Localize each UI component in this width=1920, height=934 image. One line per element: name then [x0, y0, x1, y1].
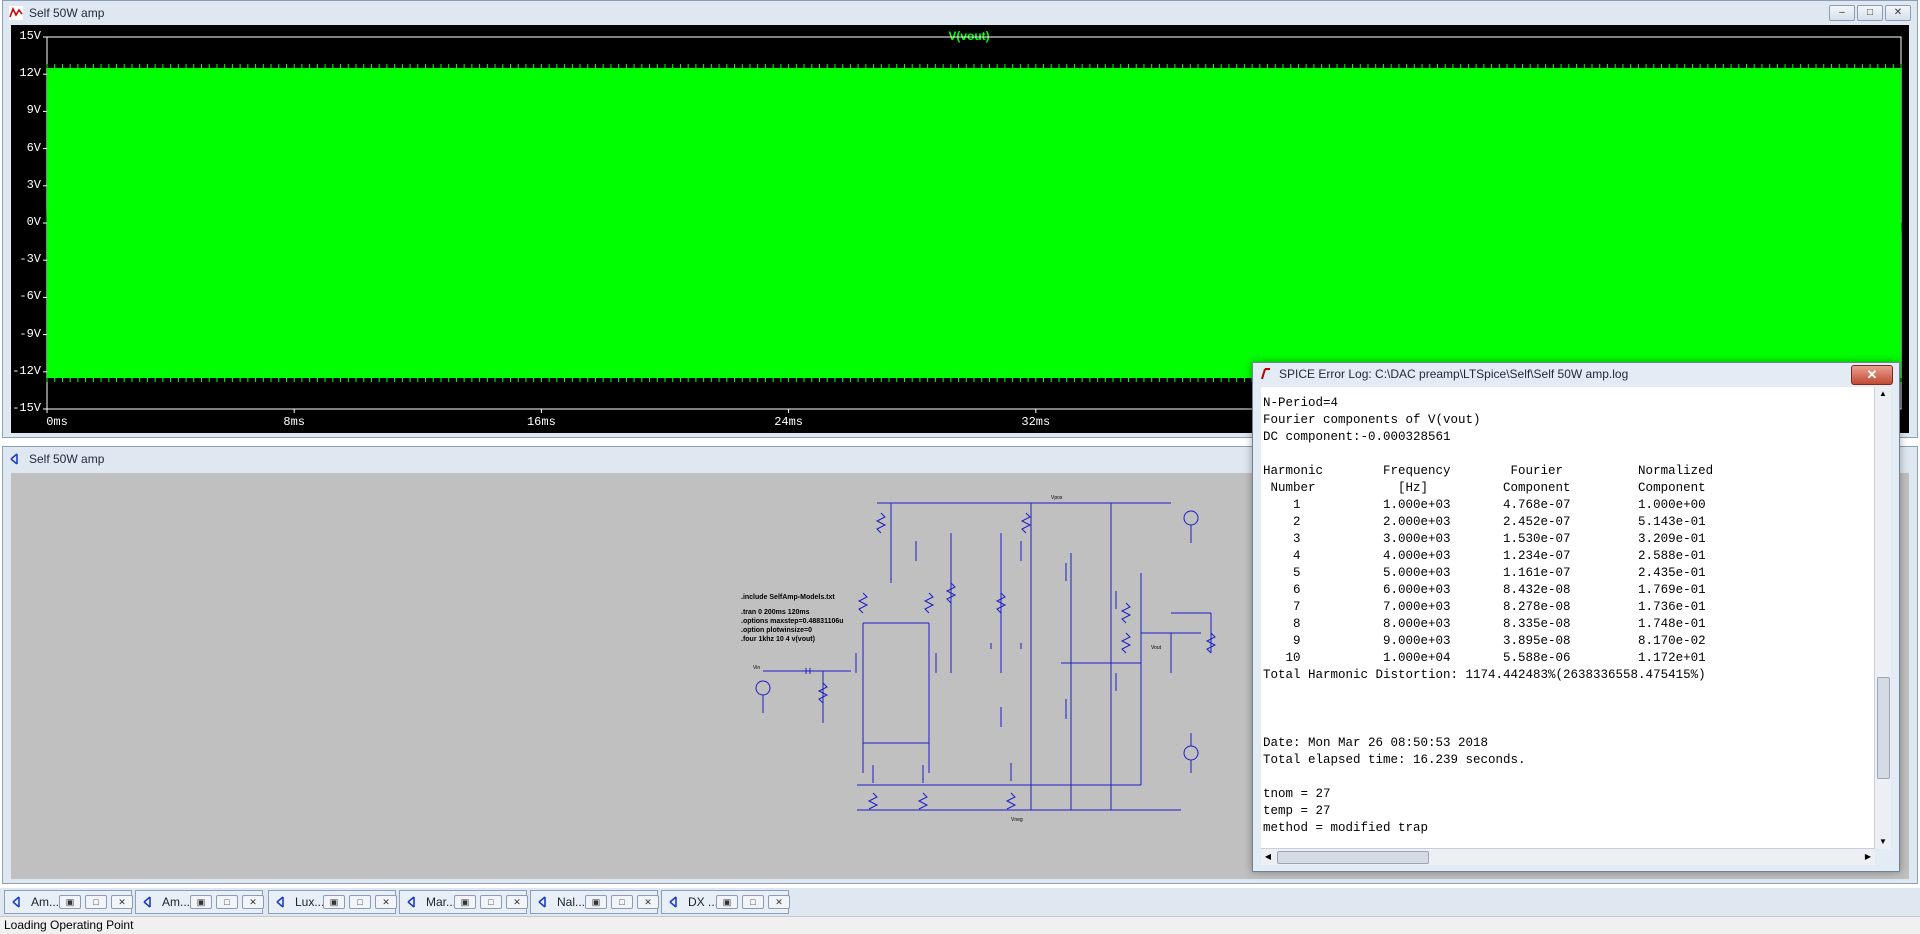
- log-titlebar[interactable]: SPICE Error Log: C:\DAC preamp\LTSpice\S…: [1253, 363, 1899, 385]
- log-line: 8 8.000e+03 8.335e-08 1.748e-01: [1263, 617, 1706, 631]
- log-line: Total Harmonic Distortion: 1174.442483%(…: [1263, 668, 1706, 682]
- schematic-icon: [276, 896, 284, 908]
- scroll-thumb[interactable]: [1877, 677, 1890, 779]
- log-line: Date: Mon Mar 26 08:50:53 2018: [1263, 736, 1489, 750]
- log-line: 6 6.000e+03 8.432e-08 1.769e-01: [1263, 583, 1706, 597]
- status-text: Loading Operating Point: [4, 918, 134, 932]
- minimized-window-tab[interactable]: Am... ▣ □ ✕: [135, 890, 264, 914]
- restore-button[interactable]: ▣: [716, 895, 738, 909]
- log-line: Total elapsed time: 16.239 seconds.: [1263, 753, 1526, 767]
- scroll-down-arrow[interactable]: ▼: [1875, 835, 1891, 849]
- log-line: 1 1.000e+03 4.768e-07 1.000e+00: [1263, 498, 1706, 512]
- minimized-window-tab[interactable]: DX ... ▣ □ ✕: [661, 890, 790, 914]
- svg-text:Vneg: Vneg: [1011, 817, 1023, 823]
- schematic-icon: [407, 896, 415, 908]
- restore-button[interactable]: ▣: [454, 895, 476, 909]
- horizontal-scrollbar[interactable]: ◀ ▶: [1261, 848, 1875, 865]
- tab-label: Am...: [31, 895, 60, 909]
- log-line: Number [Hz] Component Component: [1263, 481, 1706, 495]
- log-text[interactable]: N-Period=4 Fourier components of V(vout) D…: [1261, 387, 1875, 849]
- maximize-button[interactable]: □: [216, 895, 238, 909]
- tab-label: Nal...: [557, 895, 586, 909]
- tab-label: Am...: [162, 895, 191, 909]
- log-close-button[interactable]: ✕: [1851, 365, 1893, 385]
- close-button[interactable]: ✕: [111, 895, 133, 909]
- close-button[interactable]: ✕: [375, 895, 397, 909]
- restore-button[interactable]: ▣: [585, 895, 607, 909]
- scroll-left-arrow[interactable]: ◀: [1261, 849, 1275, 865]
- svg-text:Vout: Vout: [1151, 645, 1162, 651]
- minimized-window-tab[interactable]: Am... ▣ □ ✕: [4, 890, 133, 914]
- log-line: 5 5.000e+03 1.161e-07 2.435e-01: [1263, 566, 1706, 580]
- restore-button[interactable]: □: [1857, 5, 1883, 21]
- close-button[interactable]: ✕: [506, 895, 528, 909]
- log-line: DC component:-0.000328561: [1263, 430, 1451, 444]
- log-line: 10 1.000e+04 5.588e-06 1.172e+01: [1263, 651, 1706, 665]
- waveform-app-icon: [9, 6, 23, 20]
- maximize-button[interactable]: □: [480, 895, 502, 909]
- schematic-window-title: Self 50W amp: [29, 452, 105, 466]
- status-bar: Loading Operating Point: [0, 916, 1920, 934]
- close-button[interactable]: ✕: [1885, 5, 1911, 21]
- close-button[interactable]: ✕: [242, 895, 264, 909]
- vertical-scrollbar[interactable]: ▲ ▼: [1874, 387, 1891, 849]
- svg-text:Vin: Vin: [753, 665, 760, 671]
- log-line: 9 9.000e+03 3.895e-08 8.170e-02: [1263, 634, 1706, 648]
- log-line: 2 2.000e+03 2.452e-07 5.143e-01: [1263, 515, 1706, 529]
- log-line: tnom = 27: [1263, 787, 1331, 801]
- waveform-titlebar[interactable]: Self 50W amp: [3, 1, 1917, 25]
- ltspice-icon: [1261, 368, 1270, 380]
- schematic-icon: [12, 896, 20, 908]
- minimized-window-tab[interactable]: Lux... ▣ □ ✕: [268, 890, 397, 914]
- scroll-right-arrow[interactable]: ▶: [1861, 849, 1875, 865]
- log-line: 4 4.000e+03 1.234e-07 2.588e-01: [1263, 549, 1706, 563]
- tab-label: DX ...: [688, 895, 719, 909]
- schematic-icon: [538, 896, 546, 908]
- minimized-window-tab[interactable]: Mar... ▣ □ ✕: [399, 890, 528, 914]
- minimized-window-tab[interactable]: Nal... ▣ □ ✕: [530, 890, 659, 914]
- log-line: temp = 27: [1263, 804, 1331, 818]
- log-line: N-Period=4: [1263, 396, 1339, 410]
- log-line: 7 7.000e+03 8.278e-08 1.736e-01: [1263, 600, 1706, 614]
- minimized-windows-bar: Am... ▣ □ ✕ Am... ▣ □ ✕ Lux... ▣ □ ✕ Mar... ▣ □ ✕ Nal...…: [0, 888, 1920, 916]
- scroll-up-arrow[interactable]: ▲: [1875, 387, 1891, 401]
- schematic-app-icon: [10, 453, 18, 465]
- maximize-button[interactable]: □: [611, 895, 633, 909]
- close-button[interactable]: ✕: [637, 895, 659, 909]
- maximize-button[interactable]: □: [349, 895, 371, 909]
- log-line: method = modified trap: [1263, 821, 1429, 835]
- hscroll-thumb[interactable]: [1277, 851, 1429, 864]
- restore-button[interactable]: ▣: [323, 895, 345, 909]
- tab-label: Lux...: [295, 895, 325, 909]
- schematic-icon: [669, 896, 677, 908]
- log-window-title: SPICE Error Log: C:\DAC preamp\LTSpice\S…: [1279, 367, 1629, 381]
- svg-text:Vpos: Vpos: [1051, 495, 1063, 501]
- minimize-button[interactable]: –: [1829, 5, 1855, 21]
- restore-button[interactable]: ▣: [59, 895, 81, 909]
- close-button[interactable]: ✕: [768, 895, 790, 909]
- schematic-icon: [143, 896, 151, 908]
- waveform-window-title: Self 50W amp: [29, 6, 105, 20]
- maximize-button[interactable]: □: [742, 895, 764, 909]
- tab-label: Mar...: [426, 895, 457, 909]
- log-line: Fourier components of V(vout): [1263, 413, 1481, 427]
- log-line: 3 3.000e+03 1.530e-07 3.209e-01: [1263, 532, 1706, 546]
- maximize-button[interactable]: □: [85, 895, 107, 909]
- log-line: Harmonic Frequency Fourier Normalized: [1263, 464, 1714, 478]
- restore-button[interactable]: ▣: [190, 895, 212, 909]
- spice-error-log-window[interactable]: SPICE Error Log: C:\DAC preamp\LTSpice\S…: [1252, 362, 1900, 872]
